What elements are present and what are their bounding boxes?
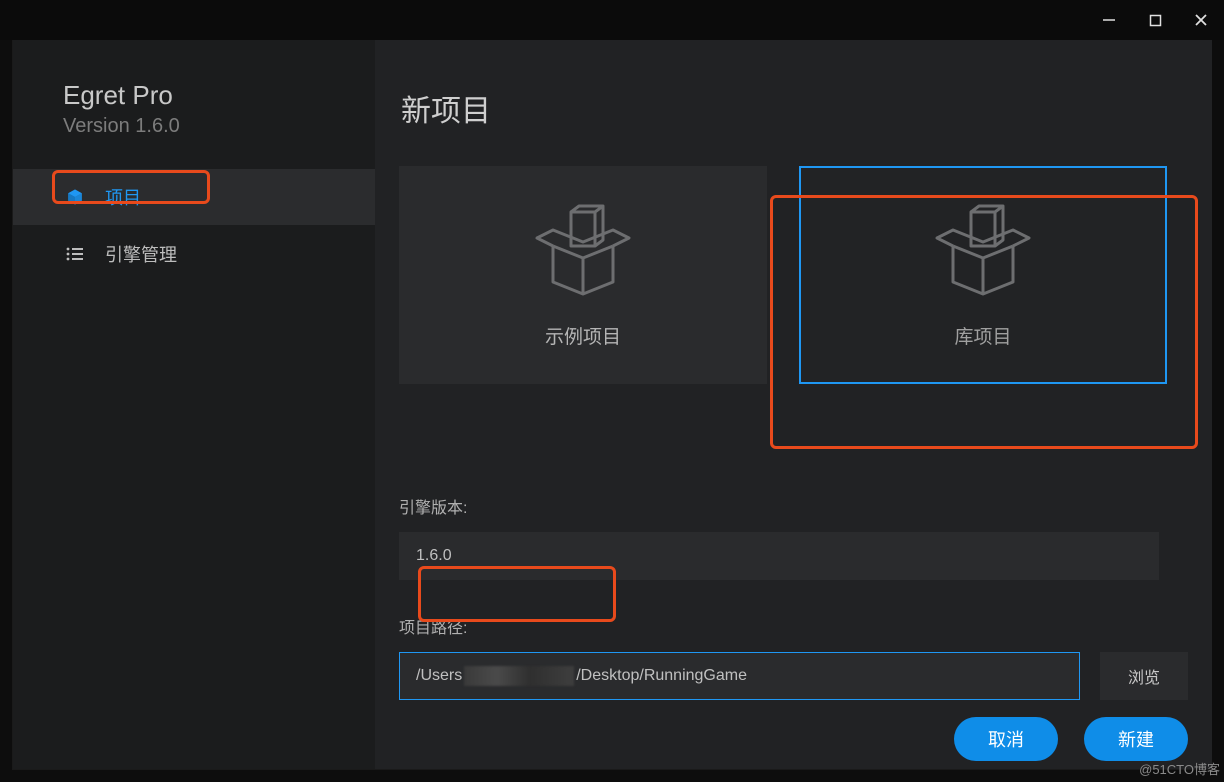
cancel-button[interactable]: 取消	[954, 717, 1058, 761]
list-icon	[63, 247, 87, 261]
app-title: Egret Pro	[63, 80, 331, 111]
engine-version-label: 引擎版本:	[399, 494, 1188, 518]
engine-version-value: 1.6.0	[416, 547, 452, 565]
close-button[interactable]	[1178, 0, 1224, 40]
cube-icon	[63, 188, 87, 206]
create-button[interactable]: 新建	[1084, 717, 1188, 761]
box-open-icon	[533, 202, 633, 298]
main-panel: 新项目	[375, 40, 1212, 769]
app-version: Version 1.6.0	[63, 115, 180, 138]
sidebar-item-label: 引擎管理	[105, 241, 177, 267]
box-open-icon	[933, 202, 1033, 298]
minimize-button[interactable]	[1086, 0, 1132, 40]
watermark-text: @51CTO博客	[1139, 759, 1220, 778]
maximize-button[interactable]	[1132, 0, 1178, 40]
project-path-value: /Users/Desktop/RunningGame	[416, 666, 747, 686]
footer-actions: 取消 新建	[954, 717, 1188, 761]
content-area: Egret Pro Version 1.6.0 项目 引擎管理 新项目	[12, 40, 1212, 770]
sidebar: Egret Pro Version 1.6.0 项目 引擎管理	[13, 40, 375, 769]
sidebar-item-projects[interactable]: 项目	[13, 169, 375, 225]
app-window: Egret Pro Version 1.6.0 项目 引擎管理 新项目	[0, 0, 1224, 782]
project-path-block: 项目路径: /Users/Desktop/RunningGame 浏览	[399, 614, 1188, 700]
page-title: 新项目	[401, 86, 1188, 130]
engine-version-block: 引擎版本: 1.6.0	[399, 494, 1188, 580]
template-card-example[interactable]: 示例项目	[399, 166, 767, 384]
project-path-label: 项目路径:	[399, 614, 1188, 638]
sidebar-item-engine-management[interactable]: 引擎管理	[13, 226, 375, 282]
template-card-library[interactable]: 库项目	[799, 166, 1167, 384]
brand-block: Egret Pro Version 1.6.0	[13, 80, 375, 168]
project-path-input[interactable]: /Users/Desktop/RunningGame	[399, 652, 1080, 700]
template-card-label: 示例项目	[545, 322, 621, 349]
browse-button[interactable]: 浏览	[1100, 652, 1188, 700]
template-card-label: 库项目	[954, 322, 1011, 349]
engine-version-select[interactable]: 1.6.0	[399, 532, 1159, 580]
template-cards: 示例项目	[399, 166, 1188, 384]
titlebar	[0, 0, 1224, 40]
sidebar-item-label: 项目	[105, 184, 141, 210]
redacted-segment	[464, 666, 574, 686]
